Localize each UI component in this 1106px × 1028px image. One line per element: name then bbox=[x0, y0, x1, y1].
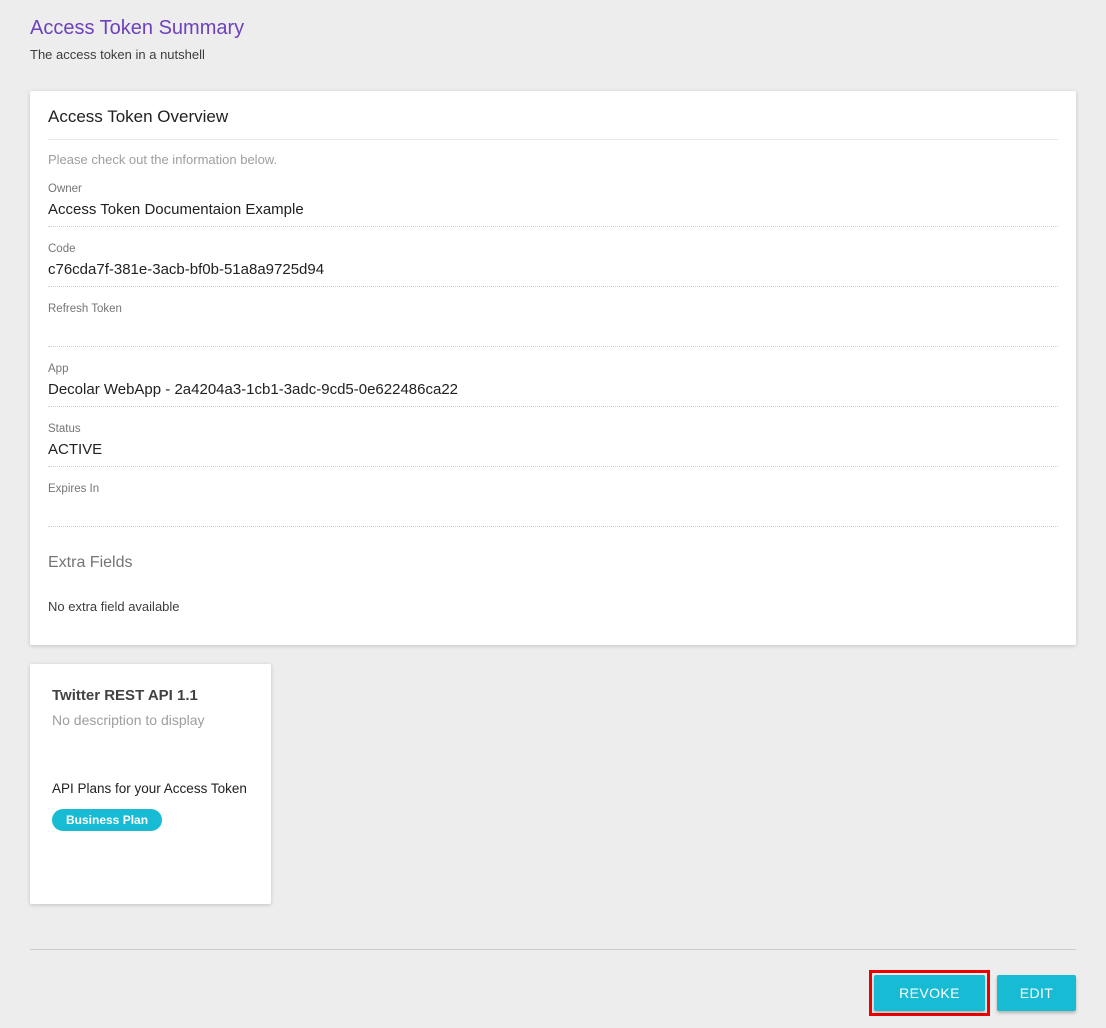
field-value bbox=[48, 500, 1058, 520]
footer-actions: REVOKE EDIT bbox=[30, 970, 1076, 1016]
extra-fields-empty-message: No extra field available bbox=[48, 599, 1058, 615]
field-value bbox=[48, 320, 1058, 340]
page-title: Access Token Summary bbox=[30, 16, 1076, 40]
field-row-expires-in: Expires In bbox=[48, 482, 1058, 527]
plan-badge-business-plan: Business Plan bbox=[52, 809, 162, 831]
field-value: c76cda7f-381e-3acb-bf0b-51a8a9725d94 bbox=[48, 260, 1058, 280]
field-label: Code bbox=[48, 242, 1058, 256]
field-label: Refresh Token bbox=[48, 302, 1058, 316]
field-row-refresh-token: Refresh Token bbox=[48, 302, 1058, 347]
annotation-highlight-box: REVOKE bbox=[869, 970, 990, 1016]
field-label: App bbox=[48, 362, 1058, 376]
footer-divider bbox=[30, 949, 1076, 950]
field-value: ACTIVE bbox=[48, 440, 1058, 460]
overview-card-description: Please check out the information below. bbox=[48, 152, 1058, 167]
field-row-owner: Owner Access Token Documentaion Example bbox=[48, 182, 1058, 227]
field-label: Owner bbox=[48, 182, 1058, 196]
extra-fields-title: Extra Fields bbox=[48, 553, 1058, 573]
field-label: Status bbox=[48, 422, 1058, 436]
api-card-description: No description to display bbox=[52, 711, 249, 729]
overview-card-title: Access Token Overview bbox=[48, 106, 1058, 140]
page: Access Token Summary The access token in… bbox=[0, 0, 1106, 1016]
field-value: Decolar WebApp - 2a4204a3-1cb1-3adc-9cd5… bbox=[48, 380, 1058, 400]
api-plans-label: API Plans for your Access Token bbox=[52, 780, 249, 797]
api-card-title: Twitter REST API 1.1 bbox=[52, 686, 249, 705]
api-plan-card: Twitter REST API 1.1 No description to d… bbox=[30, 664, 271, 904]
field-value: Access Token Documentaion Example bbox=[48, 200, 1058, 220]
field-row-status: Status ACTIVE bbox=[48, 422, 1058, 467]
field-row-app: App Decolar WebApp - 2a4204a3-1cb1-3adc-… bbox=[48, 362, 1058, 407]
field-label: Expires In bbox=[48, 482, 1058, 496]
revoke-button[interactable]: REVOKE bbox=[874, 975, 985, 1011]
edit-button[interactable]: EDIT bbox=[997, 975, 1076, 1011]
access-token-overview-card: Access Token Overview Please check out t… bbox=[30, 91, 1076, 645]
page-subtitle: The access token in a nutshell bbox=[30, 47, 1076, 63]
field-row-code: Code c76cda7f-381e-3acb-bf0b-51a8a9725d9… bbox=[48, 242, 1058, 287]
fields-list: Owner Access Token Documentaion Example … bbox=[48, 182, 1058, 527]
